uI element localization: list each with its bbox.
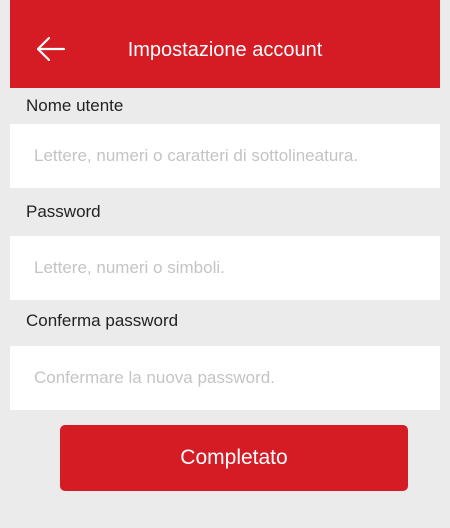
username-field[interactable]: [10, 124, 440, 188]
password-label: Password: [26, 202, 101, 221]
password-field[interactable]: [10, 236, 440, 300]
top-app-bar: Impostazione account: [10, 0, 440, 88]
username-label: Nome utente: [26, 96, 124, 115]
complete-button[interactable]: Completato: [60, 425, 408, 491]
account-settings-screen: Impostazione account Nome utente Passwor…: [0, 0, 450, 528]
page-title: Impostazione account: [127, 39, 323, 61]
confirm-password-label: Conferma password: [26, 311, 179, 330]
confirm-password-field[interactable]: [10, 346, 440, 410]
